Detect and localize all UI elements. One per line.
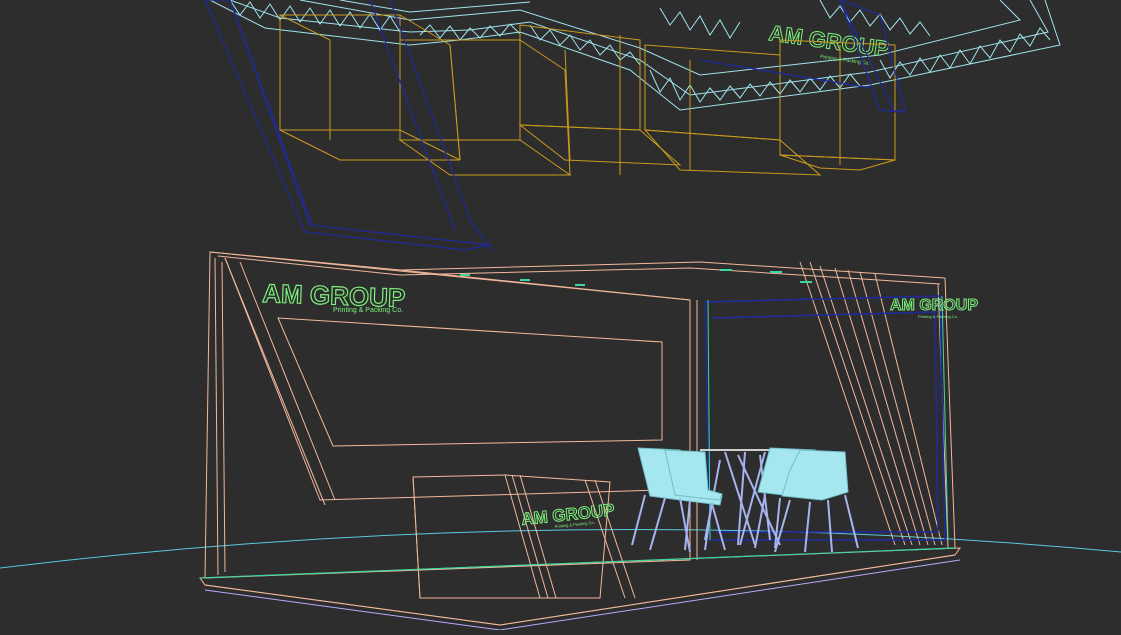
side-logo-tagline: Printing & Packing Co. — [918, 314, 958, 319]
floor-outline — [199, 547, 956, 579]
main-logo-tagline: Printing & Packing Co. — [333, 307, 403, 314]
counter-logo: AM GROUP Printing & Packing Co. — [520, 500, 616, 530]
viewport-wireframe: AM GROUP Printing & Packing Co. AM GROUP… — [0, 0, 1121, 631]
booth-wireframe-scene: AM GROUP Printing & Packing Co. AM GROUP… — [0, 0, 1121, 631]
floor-base — [204, 559, 961, 631]
main-wall-logo: AM GROUP Printing & Packing Co. — [261, 277, 406, 314]
side-logo-brand: AM GROUP — [890, 297, 978, 314]
side-wall-logo: AM GROUP Printing & Packing Co. — [890, 297, 979, 320]
ceiling-truss — [209, 0, 1061, 111]
